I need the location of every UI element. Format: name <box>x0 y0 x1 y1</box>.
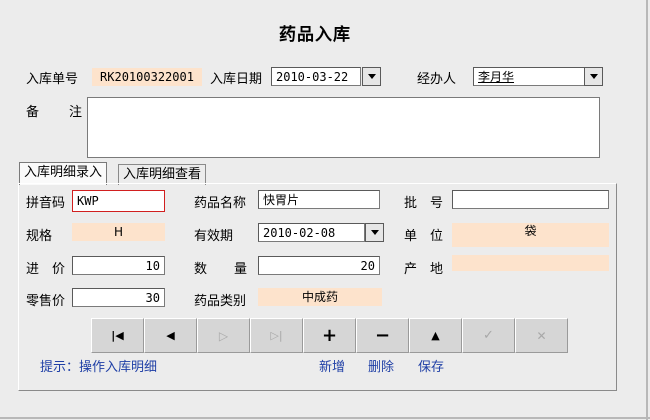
order-no-label: 入库单号 <box>26 72 79 87</box>
page-title: 药品入库 <box>279 25 351 45</box>
date-input[interactable]: 2010-03-22 <box>271 67 361 86</box>
qty-label-part1: 数 <box>194 262 208 277</box>
price-label-part2: 价 <box>52 262 66 277</box>
prev-record-icon: ◀ <box>166 329 175 342</box>
unit-label-part1: 单 <box>404 229 418 244</box>
order-no-value: RK20100322001 <box>92 68 202 86</box>
add-link[interactable]: 新增 <box>319 356 345 375</box>
remark-label-part2: 注 <box>69 105 83 120</box>
delete-link[interactable]: 删除 <box>368 356 394 375</box>
date-dropdown-button[interactable] <box>362 67 381 86</box>
retail-label: 零售价 <box>26 294 66 309</box>
expiry-input[interactable]: 2010-02-08 <box>258 223 365 242</box>
expiry-label: 有效期 <box>194 229 234 244</box>
next-record-icon: ▷ <box>218 328 229 343</box>
chevron-down-icon <box>589 74 598 79</box>
up-triangle-icon: ▲ <box>431 329 440 342</box>
add-record-button[interactable]: + <box>303 318 356 353</box>
origin-label-part1: 产 <box>404 262 418 277</box>
tab-detail-entry[interactable]: 入库明细录入 <box>19 162 108 185</box>
qty-label-part2: 量 <box>234 262 248 277</box>
expiry-dropdown-button[interactable] <box>365 223 384 242</box>
date-label: 入库日期 <box>210 72 263 87</box>
hint-text: 提示：操作入库明细 <box>40 360 158 375</box>
delete-record-button[interactable]: − <box>356 318 409 353</box>
qty-input[interactable]: 20 <box>258 256 380 275</box>
unit-label-part2: 位 <box>430 229 444 244</box>
spec-value: H <box>72 223 165 241</box>
last-record-button[interactable]: ▷| <box>250 318 303 353</box>
origin-label-part2: 地 <box>430 262 444 277</box>
spec-label: 规格 <box>26 229 53 244</box>
remark-textarea[interactable] <box>87 97 600 158</box>
prev-record-button[interactable]: ◀ <box>144 318 197 353</box>
handler-dropdown-button[interactable] <box>584 67 603 86</box>
chevron-down-icon <box>367 74 376 79</box>
next-record-button[interactable]: ▷ <box>197 318 250 353</box>
handler-label: 经办人 <box>417 72 457 87</box>
cancel-record-button[interactable]: ✕ <box>515 318 568 353</box>
price-input[interactable]: 10 <box>72 256 165 275</box>
retail-input[interactable]: 30 <box>72 288 165 307</box>
pinyin-input[interactable]: KWP <box>72 190 165 212</box>
first-record-icon: |◀ <box>111 329 124 342</box>
batch-label-part1: 批 <box>404 196 418 211</box>
cancel-icon: ✕ <box>536 328 547 343</box>
plus-icon: + <box>321 325 338 346</box>
batch-input[interactable] <box>452 190 609 209</box>
unit-value: 袋 <box>452 223 609 247</box>
check-icon: ✓ <box>483 328 494 343</box>
edit-record-button[interactable]: ▲ <box>409 318 462 353</box>
remark-label-part1: 备 <box>26 105 40 120</box>
category-label: 药品类别 <box>194 294 247 309</box>
category-value: 中成药 <box>258 288 382 306</box>
post-record-button[interactable]: ✓ <box>462 318 515 353</box>
window-right-edge <box>646 0 648 420</box>
price-label-part1: 进 <box>26 262 40 277</box>
origin-value <box>452 255 609 271</box>
drug-name-label: 药品名称 <box>194 196 247 211</box>
first-record-button[interactable]: |◀ <box>91 318 144 353</box>
last-record-icon: ▷| <box>270 329 283 342</box>
drug-name-input[interactable]: 快胃片 <box>258 190 380 209</box>
pinyin-label: 拼音码 <box>26 196 66 211</box>
batch-label-part2: 号 <box>430 196 444 211</box>
record-navigation-bar: |◀ ◀ ▷ ▷| + − ▲ ✓ ✕ <box>91 318 568 353</box>
save-link[interactable]: 保存 <box>418 356 444 375</box>
minus-icon: − <box>374 325 391 346</box>
handler-select[interactable]: 李月华 <box>473 67 585 86</box>
tab-detail-view[interactable]: 入库明细查看 <box>118 164 207 185</box>
chevron-down-icon <box>370 230 379 235</box>
window-bottom-edge <box>0 417 650 419</box>
